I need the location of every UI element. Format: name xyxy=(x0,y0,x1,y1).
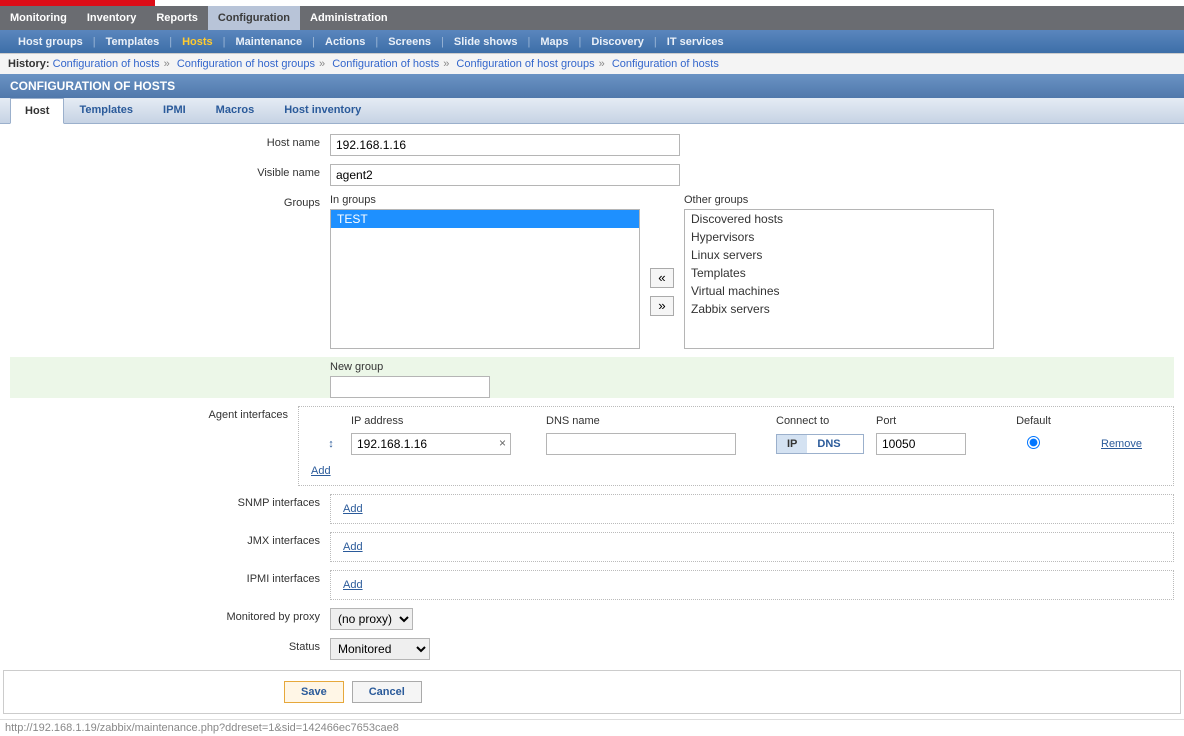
proxy-select[interactable]: (no proxy) xyxy=(330,608,413,630)
tab-macros[interactable]: Macros xyxy=(201,97,270,123)
move-left-button[interactable]: « xyxy=(650,268,674,288)
header-default: Default xyxy=(1006,415,1061,427)
host-name-input[interactable] xyxy=(330,134,680,156)
nav-administration[interactable]: Administration xyxy=(300,6,398,30)
tab-host[interactable]: Host xyxy=(10,98,64,124)
header-ip-address: IP address xyxy=(351,415,546,427)
status-bar: http://192.168.1.19/zabbix/maintenance.p… xyxy=(0,719,1184,736)
port-input[interactable] xyxy=(876,433,966,455)
list-item[interactable]: Templates xyxy=(685,264,993,282)
label-jmx-interfaces: JMX interfaces xyxy=(10,532,330,562)
default-radio[interactable] xyxy=(1027,436,1040,449)
subnav-host-groups[interactable]: Host groups xyxy=(8,36,93,48)
subnav-actions[interactable]: Actions xyxy=(315,36,375,48)
tab-host-inventory[interactable]: Host inventory xyxy=(269,97,376,123)
page-title: CONFIGURATION OF HOSTS xyxy=(0,74,1184,98)
subnav-screens[interactable]: Screens xyxy=(378,36,441,48)
add-jmx-interface-link[interactable]: Add xyxy=(343,541,1161,553)
label-status: Status xyxy=(10,638,330,660)
nav-inventory[interactable]: Inventory xyxy=(77,6,147,30)
other-groups-listbox[interactable]: Discovered hosts Hypervisors Linux serve… xyxy=(684,209,994,349)
list-item[interactable]: Linux servers xyxy=(685,246,993,264)
save-button[interactable]: Save xyxy=(284,681,344,703)
remove-link[interactable]: Remove xyxy=(1101,438,1142,450)
breadcrumb[interactable]: Configuration of hosts xyxy=(53,58,160,70)
label-visible-name: Visible name xyxy=(10,164,330,186)
header-port: Port xyxy=(876,415,1006,427)
label-other-groups: Other groups xyxy=(684,194,994,206)
subnav-hosts[interactable]: Hosts xyxy=(172,36,223,48)
history-bar: History: Configuration of hosts» Configu… xyxy=(0,54,1184,74)
tab-templates[interactable]: Templates xyxy=(64,97,148,123)
add-agent-interface-link[interactable]: Add xyxy=(311,465,331,477)
list-item[interactable]: Zabbix servers xyxy=(685,300,993,318)
subnav-maps[interactable]: Maps xyxy=(530,36,578,48)
subnav-it-services[interactable]: IT services xyxy=(657,36,734,48)
breadcrumb[interactable]: Configuration of hosts xyxy=(612,58,719,70)
nav-monitoring[interactable]: Monitoring xyxy=(0,6,77,30)
connect-dns-button[interactable]: DNS xyxy=(807,435,850,453)
add-snmp-interface-link[interactable]: Add xyxy=(343,503,1161,515)
sub-nav: Host groups| Templates| Hosts| Maintenan… xyxy=(0,30,1184,54)
cancel-button[interactable]: Cancel xyxy=(352,681,422,703)
label-ipmi-interfaces: IPMI interfaces xyxy=(10,570,330,600)
subnav-discovery[interactable]: Discovery xyxy=(581,36,654,48)
form-area: Host name Visible name Groups In groups … xyxy=(0,124,1184,660)
in-groups-listbox[interactable]: TEST xyxy=(330,209,640,349)
drag-handle-icon[interactable]: ↕ xyxy=(311,438,351,450)
label-host-name: Host name xyxy=(10,134,330,156)
list-item[interactable]: TEST xyxy=(331,210,639,228)
nav-configuration[interactable]: Configuration xyxy=(208,6,300,30)
list-item[interactable]: Discovered hosts xyxy=(685,210,993,228)
label-monitored-by-proxy: Monitored by proxy xyxy=(10,608,330,630)
subnav-maintenance[interactable]: Maintenance xyxy=(226,36,313,48)
header-dns-name: DNS name xyxy=(546,415,776,427)
status-select[interactable]: Monitored xyxy=(330,638,430,660)
main-nav: Monitoring Inventory Reports Configurati… xyxy=(0,6,1184,30)
breadcrumb[interactable]: Configuration of host groups xyxy=(177,58,315,70)
label-in-groups: In groups xyxy=(330,194,640,206)
clear-icon[interactable]: × xyxy=(499,436,506,450)
action-bar: Save Cancel xyxy=(3,670,1181,714)
header-connect-to: Connect to xyxy=(776,415,876,427)
history-label: History: xyxy=(8,58,50,70)
form-tabs: Host Templates IPMI Macros Host inventor… xyxy=(0,98,1184,124)
connect-ip-button[interactable]: IP xyxy=(777,435,807,453)
label-groups: Groups xyxy=(10,194,330,349)
tab-ipmi[interactable]: IPMI xyxy=(148,97,201,123)
breadcrumb[interactable]: Configuration of host groups xyxy=(456,58,594,70)
add-ipmi-interface-link[interactable]: Add xyxy=(343,579,1161,591)
ip-address-input[interactable] xyxy=(351,433,511,455)
list-item[interactable]: Virtual machines xyxy=(685,282,993,300)
visible-name-input[interactable] xyxy=(330,164,680,186)
nav-reports[interactable]: Reports xyxy=(146,6,208,30)
dns-name-input[interactable] xyxy=(546,433,736,455)
list-item[interactable]: Hypervisors xyxy=(685,228,993,246)
subnav-slide-shows[interactable]: Slide shows xyxy=(444,36,528,48)
label-new-group: New group xyxy=(330,361,1174,373)
move-right-button[interactable]: » xyxy=(650,296,674,316)
breadcrumb[interactable]: Configuration of hosts xyxy=(332,58,439,70)
label-snmp-interfaces: SNMP interfaces xyxy=(10,494,330,524)
label-agent-interfaces: Agent interfaces xyxy=(10,406,298,486)
subnav-templates[interactable]: Templates xyxy=(96,36,170,48)
new-group-input[interactable] xyxy=(330,376,490,398)
